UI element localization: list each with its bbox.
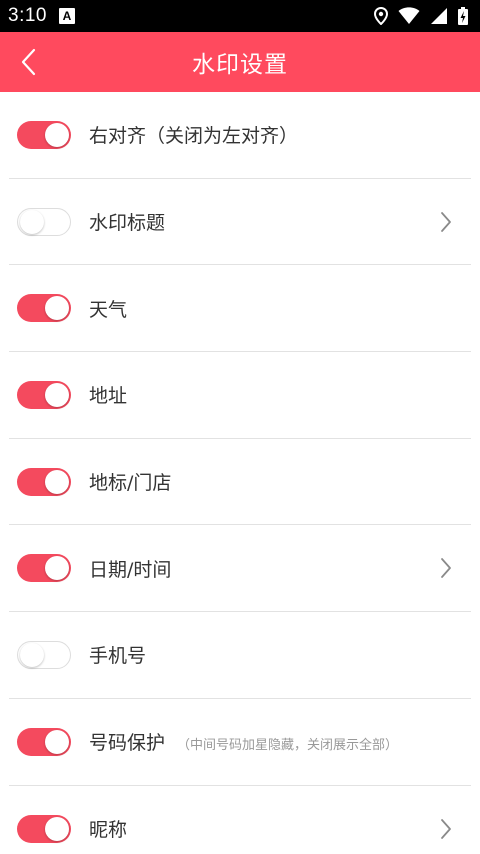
setting-row[interactable]: 昵称 xyxy=(9,786,471,854)
setting-label-text: 水印标题 xyxy=(89,212,166,235)
setting-label-text: 地标/门店 xyxy=(89,472,172,495)
wifi-icon xyxy=(398,7,420,24)
toggle-switch[interactable] xyxy=(17,467,71,496)
notification-a-icon: A xyxy=(58,8,75,24)
setting-label: 昵称 xyxy=(89,815,127,842)
setting-row[interactable]: 天气 xyxy=(9,265,471,353)
signal-icon xyxy=(431,8,447,24)
setting-label-text: 日期/时间 xyxy=(89,558,172,581)
chevron-left-icon xyxy=(21,48,36,76)
setting-label: 地址 xyxy=(89,381,127,408)
status-left: 3:10 A xyxy=(8,5,75,27)
setting-label: 天气 xyxy=(89,295,127,322)
toggle-switch[interactable] xyxy=(17,207,71,236)
setting-label: 右对齐（关闭为左对齐） xyxy=(89,121,298,148)
setting-label: 手机号 xyxy=(89,641,146,668)
toggle-knob xyxy=(20,209,44,234)
toggle-knob xyxy=(45,556,69,581)
setting-label-text: 右对齐（关闭为左对齐） xyxy=(89,125,299,148)
toggle-knob xyxy=(45,469,69,494)
setting-label: 水印标题 xyxy=(89,208,165,235)
toggle-switch[interactable] xyxy=(17,554,71,583)
toggle-switch[interactable] xyxy=(17,814,71,843)
setting-row[interactable]: 日期/时间 xyxy=(9,525,471,613)
setting-label-text: 天气 xyxy=(89,298,128,321)
setting-row[interactable]: 地址 xyxy=(9,352,471,439)
chevron-right-icon[interactable] xyxy=(437,210,455,234)
toggle-knob xyxy=(45,296,69,321)
setting-row[interactable]: 右对齐（关闭为左对齐） xyxy=(9,92,471,179)
toggle-knob xyxy=(20,642,44,667)
battery-charging-icon xyxy=(458,7,468,25)
setting-row[interactable]: 地标/门店 xyxy=(9,439,471,526)
setting-hint: （中间号码加星隐藏，关闭展示全部） xyxy=(177,738,399,754)
chevron-right-icon[interactable] xyxy=(437,556,455,580)
toggle-switch[interactable] xyxy=(17,727,71,756)
settings-list: 右对齐（关闭为左对齐） 水印标题天气地址地标/门店日期/时间手机号号码保护 （中间号… xyxy=(0,92,480,854)
setting-label: 号码保护 （中间号码加星隐藏，关闭展示全部） xyxy=(89,728,398,755)
toggle-switch[interactable] xyxy=(17,380,71,409)
setting-row[interactable]: 手机号 xyxy=(9,612,471,699)
toggle-knob xyxy=(45,122,69,147)
setting-label-text: 手机号 xyxy=(89,645,147,668)
toggle-knob xyxy=(45,382,69,407)
setting-label-text: 昵称 xyxy=(89,819,128,842)
back-button[interactable] xyxy=(6,40,50,84)
toggle-switch[interactable] xyxy=(17,294,71,323)
setting-label-text: 地址 xyxy=(89,385,128,408)
setting-label: 日期/时间 xyxy=(89,555,171,582)
status-right xyxy=(374,7,468,25)
app-bar: 水印设置 xyxy=(0,32,480,92)
toggle-switch[interactable] xyxy=(17,120,71,149)
location-icon xyxy=(374,7,388,25)
status-time: 3:10 xyxy=(8,5,47,26)
toggle-knob xyxy=(45,816,69,841)
setting-row[interactable]: 号码保护 （中间号码加星隐藏，关闭展示全部） xyxy=(9,699,471,786)
toggle-knob xyxy=(45,729,69,754)
toggle-switch[interactable] xyxy=(17,640,71,669)
chevron-right-icon[interactable] xyxy=(437,817,455,841)
page-title: 水印设置 xyxy=(192,52,288,78)
setting-label: 地标/门店 xyxy=(89,468,171,495)
status-bar: 3:10 A xyxy=(0,0,480,32)
setting-row[interactable]: 水印标题 xyxy=(9,179,471,266)
setting-label-text: 号码保护 xyxy=(89,732,166,755)
